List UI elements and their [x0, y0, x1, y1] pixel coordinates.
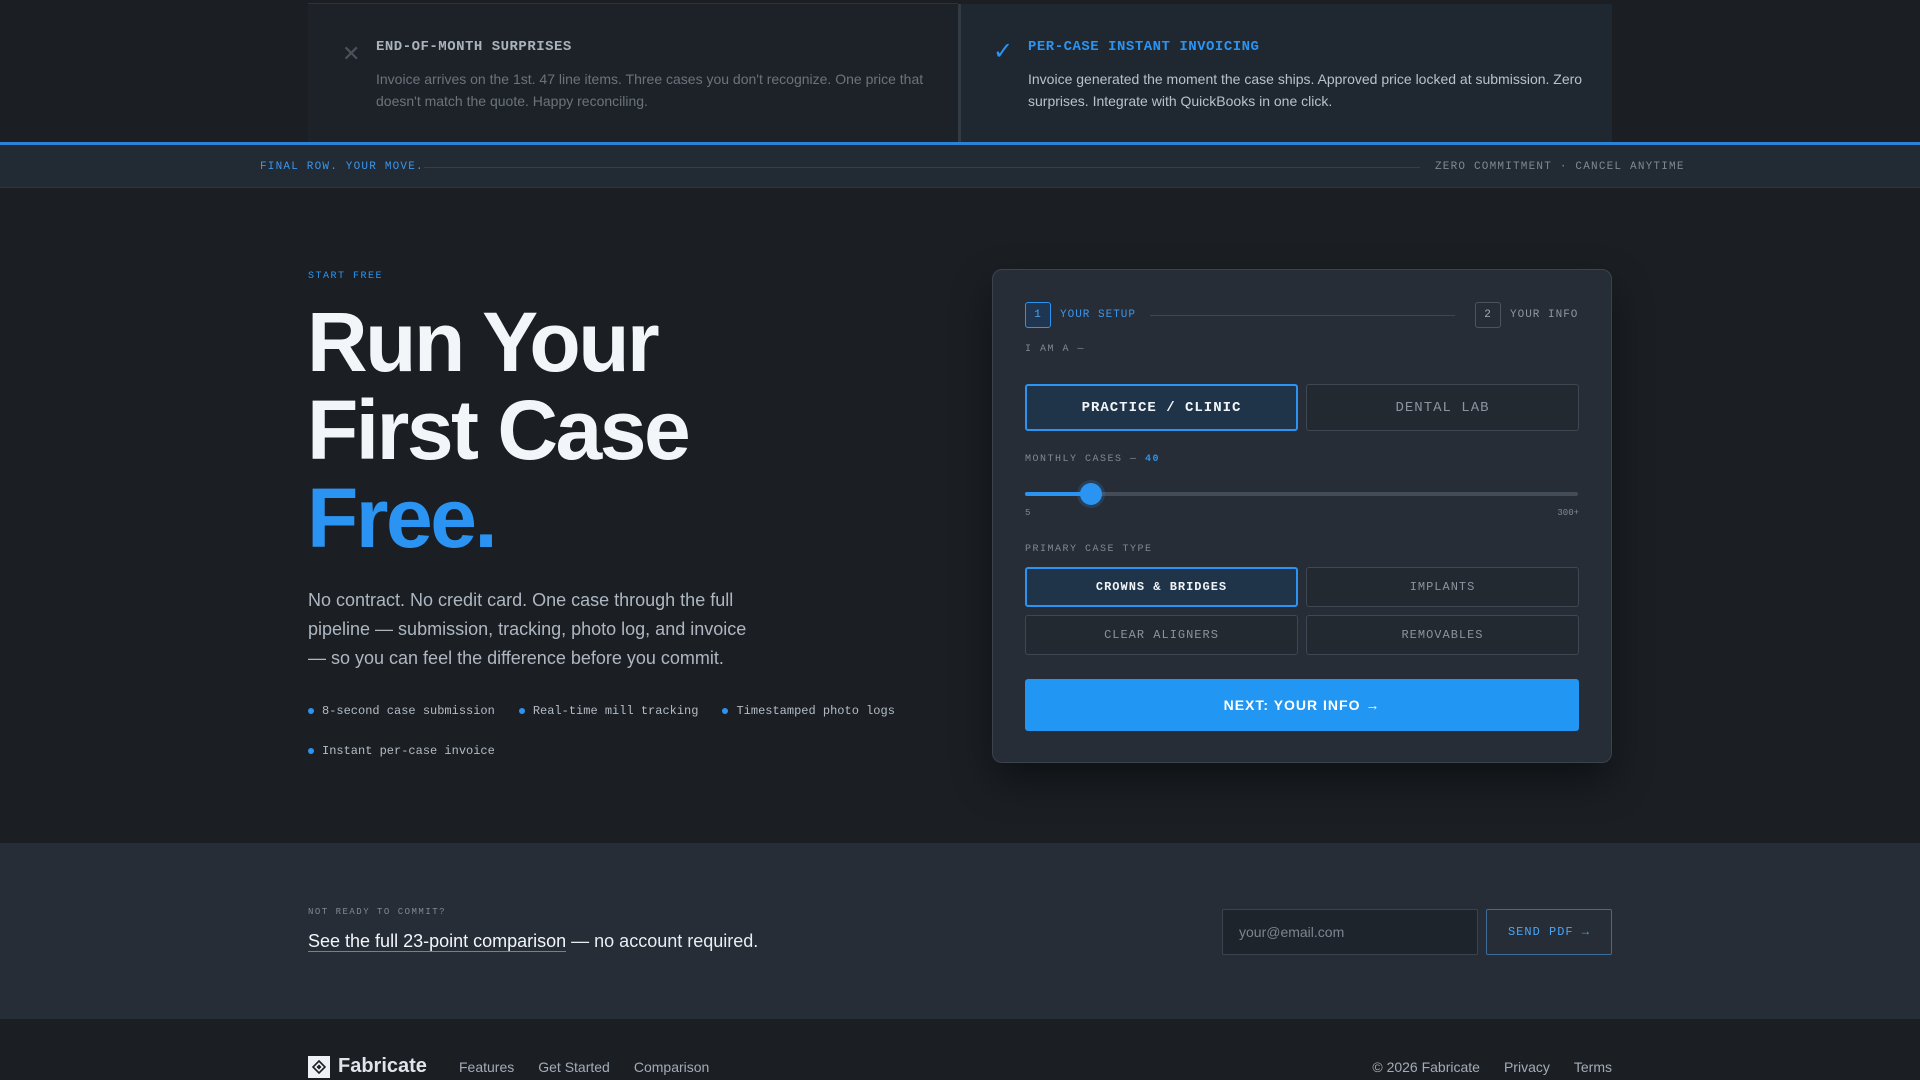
comparison-link[interactable]: See the full 23-point comparison	[308, 931, 567, 952]
hero-eyebrow: START FREE	[308, 271, 384, 282]
step-label: YOUR SETUP	[1060, 309, 1137, 321]
feature-label: Instant per-case invoice	[322, 744, 495, 758]
comparison-new-title: PER-CASE INSTANT INVOICING	[1028, 39, 1260, 55]
bullet-dot-icon	[722, 708, 729, 714]
hero-title-line-2: First Case	[307, 383, 691, 477]
step-your-info[interactable]: 2 YOUR INFO	[1475, 302, 1578, 328]
band-right-text: ZERO COMMITMENT · CANCEL ANYTIME	[1435, 161, 1685, 173]
footer-link-privacy[interactable]: Privacy	[1504, 1059, 1550, 1075]
monthly-cases-slider[interactable]	[1025, 483, 1578, 505]
newsletter-suffix: — no account required.	[566, 931, 759, 951]
feature-label: 8-second case submission	[322, 704, 495, 718]
comparison-row: ✕ END-OF-MONTH SURPRISES Invoice arrives…	[308, 4, 1612, 142]
step-label: YOUR INFO	[1510, 309, 1579, 321]
hero-description: No contract. No credit card. One case th…	[308, 590, 747, 668]
footer-legal: © 2026 Fabricate Privacy Terms	[1372, 1059, 1612, 1075]
feature-item: Instant per-case invoice	[308, 742, 495, 760]
feature-label: Real-time mill tracking	[532, 704, 699, 718]
setup-card: 1 YOUR SETUP 2 YOUR INFO I AM A — PRACTI…	[992, 269, 1612, 763]
copyright: © 2026 Fabricate	[1372, 1059, 1480, 1075]
footer-nav: Features Get Started Comparison	[459, 1059, 709, 1075]
slider-max-label: 300+	[1557, 508, 1579, 518]
slider-min-label: 5	[1025, 508, 1031, 518]
brand-name: Fabricate	[338, 1055, 427, 1077]
feature-label: Timestamped photo logs	[736, 704, 895, 718]
footer-link-terms[interactable]: Terms	[1574, 1059, 1612, 1075]
role-label: I AM A —	[1025, 344, 1086, 355]
comparison-old-description: Invoice arrives on the 1st. 47 line item…	[376, 71, 924, 109]
footer-link-features[interactable]: Features	[459, 1059, 514, 1075]
feature-list: 8-second case submission Real-time mill …	[308, 702, 948, 760]
brand[interactable]: Fabricate	[308, 1055, 427, 1078]
hero-title-line-1: Run Your	[307, 295, 660, 389]
email-input[interactable]	[1222, 909, 1478, 955]
monthly-cases-label: MONTHLY CASES — 40	[1025, 454, 1160, 465]
step-number: 1	[1025, 302, 1051, 328]
case-type-removables-button[interactable]: REMOVABLES	[1306, 615, 1579, 655]
role-practice-clinic-button[interactable]: PRACTICE / CLINIC	[1025, 384, 1298, 431]
bullet-dot-icon	[308, 708, 314, 714]
case-type-crowns-bridges-button[interactable]: CROWNS & BRIDGES	[1025, 567, 1298, 607]
footer: Fabricate Features Get Started Compariso…	[0, 1019, 1920, 1080]
feature-item: Real-time mill tracking	[518, 702, 699, 720]
role-dental-lab-button[interactable]: DENTAL LAB	[1306, 384, 1579, 431]
send-pdf-button[interactable]: SEND PDF →	[1486, 909, 1612, 955]
case-type-clear-aligners-button[interactable]: CLEAR ALIGNERS	[1025, 615, 1298, 655]
feature-item: Timestamped photo logs	[722, 702, 895, 720]
step-connector	[1150, 315, 1455, 316]
step-your-setup[interactable]: 1 YOUR SETUP	[1025, 302, 1136, 328]
check-icon: ✓	[993, 38, 1014, 65]
newsletter-eyebrow: NOT READY TO COMMIT?	[308, 907, 447, 917]
marquee-band: FINAL ROW. YOUR MOVE. ZERO COMMITMENT · …	[0, 142, 1920, 188]
comparison-new-cell: ✓ PER-CASE INSTANT INVOICING Invoice gen…	[961, 4, 1612, 142]
band-divider-line	[424, 167, 1420, 168]
comparison-old-title: END-OF-MONTH SURPRISES	[376, 39, 572, 55]
diamond-logo-icon	[308, 1055, 330, 1078]
case-type-implants-button[interactable]: IMPLANTS	[1306, 567, 1579, 607]
bullet-dot-icon	[518, 708, 525, 714]
band-left-text: FINAL ROW. YOUR MOVE.	[260, 161, 424, 173]
feature-item: 8-second case submission	[308, 702, 495, 720]
next-your-info-button[interactable]: NEXT: YOUR INFO →	[1025, 679, 1579, 731]
x-icon: ✕	[342, 41, 361, 66]
bullet-dot-icon	[308, 748, 314, 754]
comparison-new-description: Invoice generated the moment the case sh…	[1028, 71, 1583, 109]
footer-link-get-started[interactable]: Get Started	[538, 1059, 610, 1075]
slider-thumb[interactable]	[1079, 483, 1102, 505]
hero-title: Run Your First Case Free.	[307, 295, 691, 565]
newsletter-text: See the full 23-point comparison — no ac…	[308, 931, 758, 952]
case-type-label: PRIMARY CASE TYPE	[1025, 544, 1153, 555]
comparison-old-cell: ✕ END-OF-MONTH SURPRISES Invoice arrives…	[308, 4, 958, 142]
footer-link-comparison[interactable]: Comparison	[634, 1059, 709, 1075]
step-number: 2	[1475, 302, 1501, 328]
monthly-cases-value: 40	[1145, 454, 1161, 465]
monthly-cases-label-text: MONTHLY CASES —	[1025, 454, 1138, 465]
newsletter-section: NOT READY TO COMMIT? See the full 23-poi…	[0, 843, 1920, 1019]
hero-title-line-3: Free.	[307, 471, 498, 565]
